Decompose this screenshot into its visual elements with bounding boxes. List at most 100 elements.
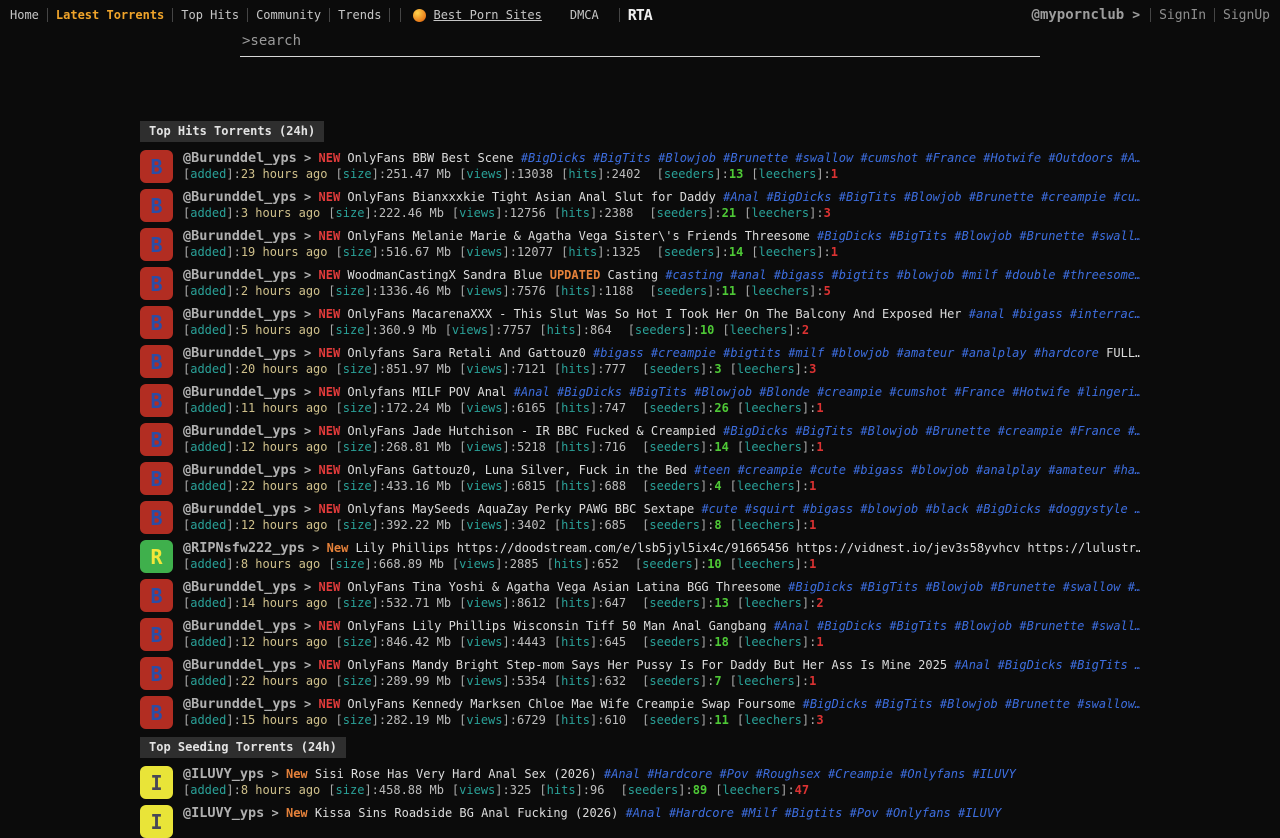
torrent-tag[interactable]: #milf xyxy=(788,346,824,360)
torrent-title[interactable]: Kissa Sins Roadside BG Anal Fucking (202… xyxy=(315,806,618,820)
torrent-tag[interactable]: #BigTits xyxy=(1070,658,1128,672)
torrent-tag[interactable]: #BigTits xyxy=(795,424,853,438)
torrent-tag[interactable]: #bigass xyxy=(803,502,854,516)
torrent-tag[interactable]: #Creampie xyxy=(828,767,893,781)
torrent-tag[interactable]: #Blowjob xyxy=(925,580,983,594)
torrent-tag[interactable]: #BigDicks xyxy=(766,190,831,204)
torrent-tag[interactable]: #ILUVY xyxy=(958,806,1001,820)
torrent-title[interactable]: Onlyfans MaySeeds AquaZay Perky PAWG BBC… xyxy=(347,502,694,516)
torrent-tag[interactable]: #France xyxy=(954,385,1005,399)
torrent-tag[interactable]: #Brunette xyxy=(1019,619,1084,633)
torrent-tag[interactable]: #BigTits xyxy=(889,229,947,243)
torrent-tag[interactable]: #creampie xyxy=(998,424,1063,438)
torrent-tag[interactable]: … xyxy=(1135,658,1140,672)
user-avatar[interactable]: B xyxy=(140,501,173,534)
user-avatar[interactable]: B xyxy=(140,462,173,495)
user-avatar[interactable]: I xyxy=(140,805,173,838)
torrent-tag[interactable]: #black xyxy=(925,502,968,516)
torrent-tag[interactable]: #bigtits xyxy=(832,268,890,282)
torrent-tag[interactable]: #BigTits xyxy=(889,619,947,633)
torrent-title[interactable]: OnlyFans Gattouz0, Luna Silver, Fuck in … xyxy=(347,463,687,477)
torrent-title[interactable]: OnlyFans BBW Best Scene xyxy=(347,151,513,165)
torrent-tag[interactable]: #… xyxy=(1128,580,1140,594)
user-avatar[interactable]: B xyxy=(140,267,173,300)
user-avatar[interactable]: B xyxy=(140,150,173,183)
torrent-tag[interactable]: #creampie xyxy=(1041,190,1106,204)
torrent-tag[interactable]: #cu… xyxy=(1113,190,1140,204)
torrent-tag[interactable]: #bigtits xyxy=(723,346,781,360)
torrent-tag[interactable]: #BigDicks xyxy=(521,151,586,165)
torrent-tag[interactable]: #hardcore xyxy=(1034,346,1099,360)
torrent-tag[interactable]: #threesome… xyxy=(1063,268,1140,282)
user-avatar[interactable]: I xyxy=(140,766,173,799)
torrent-tag[interactable]: #Brunette xyxy=(925,424,990,438)
nav-item-trends[interactable]: Trends xyxy=(338,8,381,22)
torrent-user[interactable]: @RIPNsfw222_yps xyxy=(183,540,305,556)
torrent-tag[interactable]: #swall… xyxy=(1092,619,1140,633)
torrent-user[interactable]: @Burunddel_yps xyxy=(183,306,297,322)
torrent-tag[interactable]: #France xyxy=(925,151,976,165)
torrent-title[interactable]: Lily Phillips https://doodstream.com/e/l… xyxy=(356,541,1140,555)
torrent-user[interactable]: @Burunddel_yps xyxy=(183,384,297,400)
user-avatar[interactable]: B xyxy=(140,657,173,690)
torrent-tag[interactable]: #swallow… xyxy=(1077,697,1140,711)
search-input[interactable] xyxy=(240,33,1040,57)
rta-logo[interactable]: RTA xyxy=(628,6,652,24)
torrent-user[interactable]: @Burunddel_yps xyxy=(183,462,297,478)
nav-item-top-hits[interactable]: Top Hits xyxy=(181,8,239,22)
torrent-tag[interactable]: #amateur xyxy=(1048,463,1106,477)
torrent-tag[interactable]: #BigDicks xyxy=(723,424,788,438)
torrent-tag[interactable]: #Brunette xyxy=(990,580,1055,594)
nav-item-community[interactable]: Community xyxy=(256,8,321,22)
torrent-tag[interactable]: #Blowjob xyxy=(954,619,1012,633)
user-avatar[interactable]: B xyxy=(140,618,173,651)
torrent-title[interactable]: Casting xyxy=(600,268,658,282)
torrent-tag[interactable]: #cute xyxy=(810,463,846,477)
torrent-title[interactable]: UPDATED xyxy=(550,268,601,282)
torrent-tag[interactable]: #Anal xyxy=(774,619,810,633)
torrent-user[interactable]: @Burunddel_yps xyxy=(183,579,297,595)
torrent-tag[interactable]: #Pov xyxy=(720,767,749,781)
torrent-tag[interactable]: #Brunette xyxy=(1019,229,1084,243)
dmca-link[interactable]: DMCA xyxy=(570,8,599,22)
torrent-tag[interactable]: #… xyxy=(1128,424,1140,438)
torrent-tag[interactable]: #bigass xyxy=(853,463,904,477)
torrent-tag[interactable]: #amateur xyxy=(897,346,955,360)
torrent-tag[interactable]: #BigDicks xyxy=(817,229,882,243)
torrent-tag[interactable]: #swallow xyxy=(795,151,853,165)
torrent-tag[interactable]: #creampie xyxy=(738,463,803,477)
torrent-tag[interactable]: #Hardcore xyxy=(647,767,712,781)
torrent-tag[interactable]: #Anal xyxy=(604,767,640,781)
torrent-tag[interactable]: #BigDicks xyxy=(557,385,622,399)
torrent-tag[interactable]: #cumshot xyxy=(860,151,918,165)
torrent-tag[interactable]: #Bigtits xyxy=(785,806,843,820)
torrent-tag[interactable]: #Blowjob xyxy=(860,424,918,438)
torrent-title[interactable]: OnlyFans Mandy Bright Step-mom Says Her … xyxy=(347,658,947,672)
torrent-tag[interactable]: #Anal xyxy=(723,190,759,204)
user-avatar[interactable]: B xyxy=(140,189,173,222)
torrent-title[interactable]: OnlyFans Jade Hutchison - IR BBC Fucked … xyxy=(347,424,715,438)
torrent-tag[interactable]: #Blonde xyxy=(759,385,810,399)
torrent-tag[interactable]: #Brunette xyxy=(1005,697,1070,711)
torrent-tag[interactable]: #swallow xyxy=(1063,580,1121,594)
torrent-tag[interactable]: #analplay xyxy=(976,463,1041,477)
torrent-tag[interactable]: #squirt xyxy=(745,502,796,516)
nav-item-home[interactable]: Home xyxy=(10,8,39,22)
torrent-tag[interactable]: #Outdoors xyxy=(1048,151,1113,165)
user-avatar[interactable]: B xyxy=(140,228,173,261)
torrent-user[interactable]: @ILUVY_yps xyxy=(183,766,264,782)
torrent-tag[interactable]: #France xyxy=(1070,424,1121,438)
best-porn-sites-link[interactable]: Best Porn Sites xyxy=(433,8,541,22)
torrent-tag[interactable]: #Onlyfans xyxy=(886,806,951,820)
torrent-tag[interactable]: #double xyxy=(1005,268,1056,282)
nav-item-latest-torrents[interactable]: Latest Torrents xyxy=(56,8,164,22)
torrent-tag[interactable]: #lingeri… xyxy=(1077,385,1140,399)
torrent-title[interactable]: OnlyFans MacarenaXXX - This Slut Was So … xyxy=(347,307,961,321)
torrent-tag[interactable]: #BigTits xyxy=(629,385,687,399)
torrent-title[interactable]: Onlyfans Sara Retali And Gattouz0 xyxy=(347,346,585,360)
torrent-tag[interactable]: #anal xyxy=(969,307,1005,321)
torrent-tag[interactable]: #blowjob xyxy=(832,346,890,360)
user-avatar[interactable]: R xyxy=(140,540,173,573)
user-avatar[interactable]: B xyxy=(140,423,173,456)
torrent-tag[interactable]: … xyxy=(1135,502,1140,516)
